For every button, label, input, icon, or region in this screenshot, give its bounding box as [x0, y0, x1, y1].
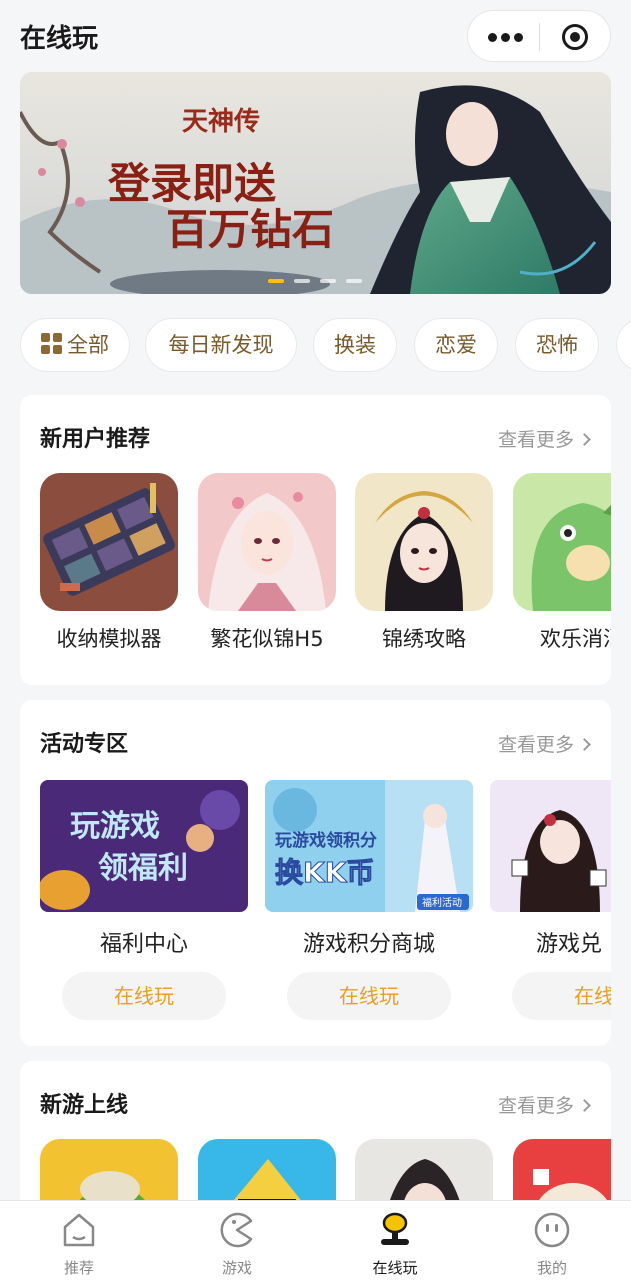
game-name: 欢乐消消	[540, 627, 611, 651]
section-title: 新用户推荐	[40, 427, 151, 452]
svg-text:领福利: 领福利	[98, 851, 188, 886]
activity-item[interactable]: 玩游戏领福利 福利中心 在线玩	[40, 780, 248, 1020]
section-title: 新游上线	[40, 1093, 129, 1118]
joystick-icon	[381, 1212, 409, 1245]
activity-item-partial[interactable]: 游戏兑 在线	[490, 780, 611, 1020]
top-bar: 在线玩	[0, 0, 631, 72]
game-thumbnail	[198, 473, 336, 611]
tab-recommend[interactable]: 推荐	[0, 1201, 158, 1280]
category-chip[interactable]: 换装	[313, 318, 397, 372]
home-icon	[63, 1213, 95, 1247]
mini-program-capsule	[467, 10, 611, 62]
banner-dot	[320, 279, 336, 283]
play-online-button[interactable]: 在线	[512, 972, 611, 1020]
category-chip-partial[interactable]	[616, 318, 631, 372]
game-item[interactable]: 收纳模拟器	[40, 473, 178, 653]
activity-name: 游戏积分商城	[302, 932, 435, 957]
banner-dot	[294, 279, 310, 283]
category-chip[interactable]: 每日新发现	[145, 318, 297, 372]
page-title: 在线玩	[20, 24, 99, 54]
chevron-right-icon	[578, 1099, 591, 1112]
section-title: 活动专区	[40, 732, 129, 757]
pacman-icon	[220, 1212, 253, 1248]
activity-thumbnail: 玩游戏领福利	[40, 780, 248, 912]
view-more-label: 查看更多	[497, 429, 574, 451]
tab-games[interactable]: 游戏	[158, 1201, 316, 1280]
play-online-button[interactable]: 在线玩	[287, 972, 451, 1020]
banner-artwork: 天神传 登录即送 百万钻石	[20, 72, 611, 294]
grid-icon	[41, 333, 63, 355]
promo-banner[interactable]: 天神传 登录即送 百万钻石	[20, 72, 611, 294]
banner-dot-active	[268, 279, 284, 283]
activity-section: 活动专区 查看更多 玩游戏领福利 福利中心 在线玩 玩游戏领积分换KK币福利活动…	[20, 700, 611, 1046]
category-filter-bar: 全部 每日新发现 换装 恋爱 恐怖	[20, 318, 631, 374]
view-more-label: 查看更多	[497, 734, 574, 756]
game-item[interactable]: 锦绣攻略	[355, 473, 493, 653]
category-chip-all[interactable]: 全部	[20, 318, 130, 372]
game-thumbnail	[355, 473, 493, 611]
tab-online-play[interactable]: 在线玩	[316, 1201, 474, 1280]
category-chip-label: 全部	[67, 333, 109, 357]
category-chip[interactable]: 恐怖	[515, 318, 599, 372]
tab-label: 游戏	[221, 1259, 252, 1277]
activity-name: 福利中心	[99, 932, 188, 957]
more-icon[interactable]	[486, 25, 526, 49]
view-more-link[interactable]: 查看更多	[497, 730, 591, 757]
game-name: 繁花似锦H5	[210, 627, 324, 651]
new-user-section: 新用户推荐 查看更多 收纳模拟器 繁花似锦H5 锦绣攻略 欢乐消消	[20, 395, 611, 685]
svg-text:玩游戏: 玩游戏	[70, 809, 160, 844]
banner-slogan-2: 百万钻石	[166, 205, 334, 254]
game-name: 收纳模拟器	[56, 627, 162, 651]
chevron-right-icon	[578, 433, 591, 446]
chevron-right-icon	[578, 738, 591, 751]
game-thumbnail	[513, 473, 611, 611]
view-more-link[interactable]: 查看更多	[497, 425, 591, 452]
banner-dot	[346, 279, 362, 283]
new-games-section: 新游上线 查看更多	[20, 1061, 611, 1221]
svg-text:福利活动: 福利活动	[422, 896, 462, 909]
category-chip[interactable]: 恋爱	[414, 318, 498, 372]
view-more-link[interactable]: 查看更多	[497, 1091, 591, 1118]
face-icon	[534, 1212, 570, 1248]
game-item[interactable]: 繁花似锦H5	[198, 473, 336, 653]
tab-mine[interactable]: 我的	[473, 1201, 631, 1280]
game-item[interactable]: 欢乐消消	[513, 473, 611, 653]
activity-name: 游戏兑	[536, 932, 603, 957]
capsule-divider	[539, 23, 540, 51]
svg-text:换KK币: 换KK币	[275, 856, 374, 889]
close-miniprogram-icon[interactable]	[562, 24, 588, 50]
bottom-tab-bar: 推荐 游戏 在线玩 我的	[0, 1200, 631, 1280]
tab-label: 在线玩	[372, 1259, 418, 1277]
tab-label: 我的	[536, 1259, 567, 1277]
banner-game-logo: 天神传	[182, 107, 260, 137]
play-online-button[interactable]: 在线玩	[62, 972, 226, 1020]
activity-thumbnail: 玩游戏领积分换KK币福利活动	[265, 780, 473, 912]
game-name: 锦绣攻略	[382, 627, 466, 651]
tab-label: 推荐	[63, 1259, 94, 1277]
activity-thumbnail	[490, 780, 611, 912]
svg-text:玩游戏领积分: 玩游戏领积分	[275, 830, 377, 851]
activity-item[interactable]: 玩游戏领积分换KK币福利活动 游戏积分商城 在线玩	[265, 780, 473, 1020]
game-thumbnail	[40, 473, 178, 611]
view-more-label: 查看更多	[497, 1095, 574, 1117]
banner-slogan-1: 登录即送	[107, 159, 276, 208]
